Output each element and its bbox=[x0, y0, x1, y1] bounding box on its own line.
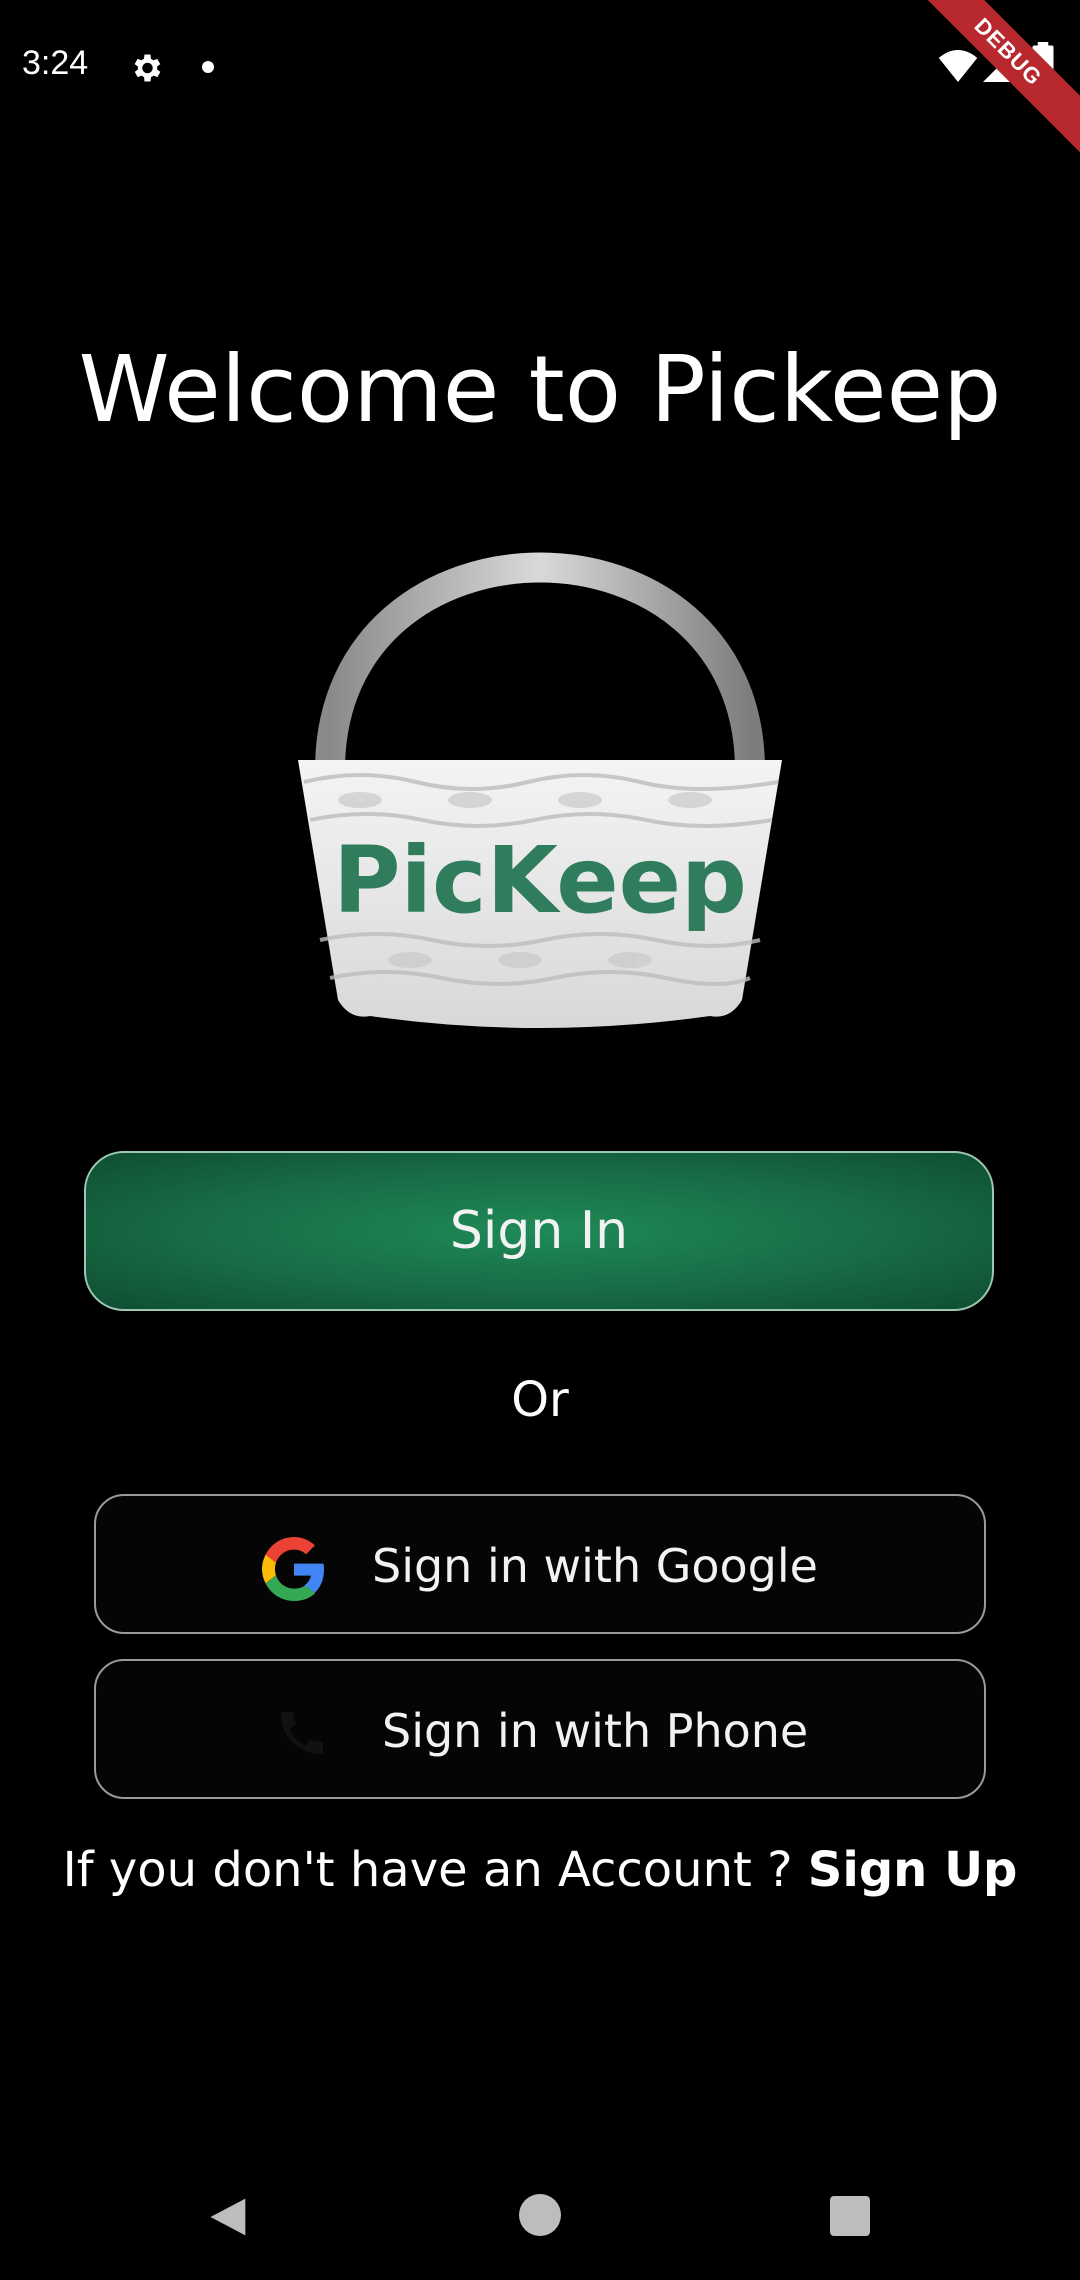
sign-up-link[interactable]: Sign Up bbox=[808, 1842, 1018, 1898]
page-title: Welcome to Pickeep bbox=[78, 336, 1002, 443]
sign-in-label: Sign In bbox=[449, 1201, 629, 1261]
or-divider-text: Or bbox=[511, 1372, 569, 1428]
signup-prompt: If you don't have an Account ? Sign Up bbox=[0, 1842, 1080, 1898]
back-icon[interactable] bbox=[205, 2195, 249, 2239]
wifi-icon bbox=[938, 50, 978, 82]
status-time: 3:24 bbox=[22, 44, 89, 82]
sign-in-button[interactable]: Sign In bbox=[84, 1151, 994, 1311]
status-bar: 3:24 DEBUG bbox=[0, 0, 1080, 159]
signup-prompt-text: If you don't have an Account ? bbox=[62, 1842, 808, 1898]
phone-icon bbox=[281, 1712, 323, 1754]
recents-icon[interactable] bbox=[830, 2196, 870, 2236]
sign-in-google-button[interactable]: Sign in with Google bbox=[94, 1494, 986, 1634]
gear-icon bbox=[134, 54, 161, 82]
notification-dot-icon bbox=[202, 61, 214, 73]
phone-button-label: Sign in with Phone bbox=[382, 1704, 809, 1758]
home-icon[interactable] bbox=[519, 2194, 561, 2236]
google-button-label: Sign in with Google bbox=[372, 1539, 818, 1593]
logo-text: PicKeep bbox=[333, 827, 747, 934]
google-icon bbox=[262, 1537, 324, 1601]
basket-logo-icon: PicKeep bbox=[298, 552, 782, 1028]
sign-in-phone-button[interactable]: Sign in with Phone bbox=[94, 1659, 986, 1799]
